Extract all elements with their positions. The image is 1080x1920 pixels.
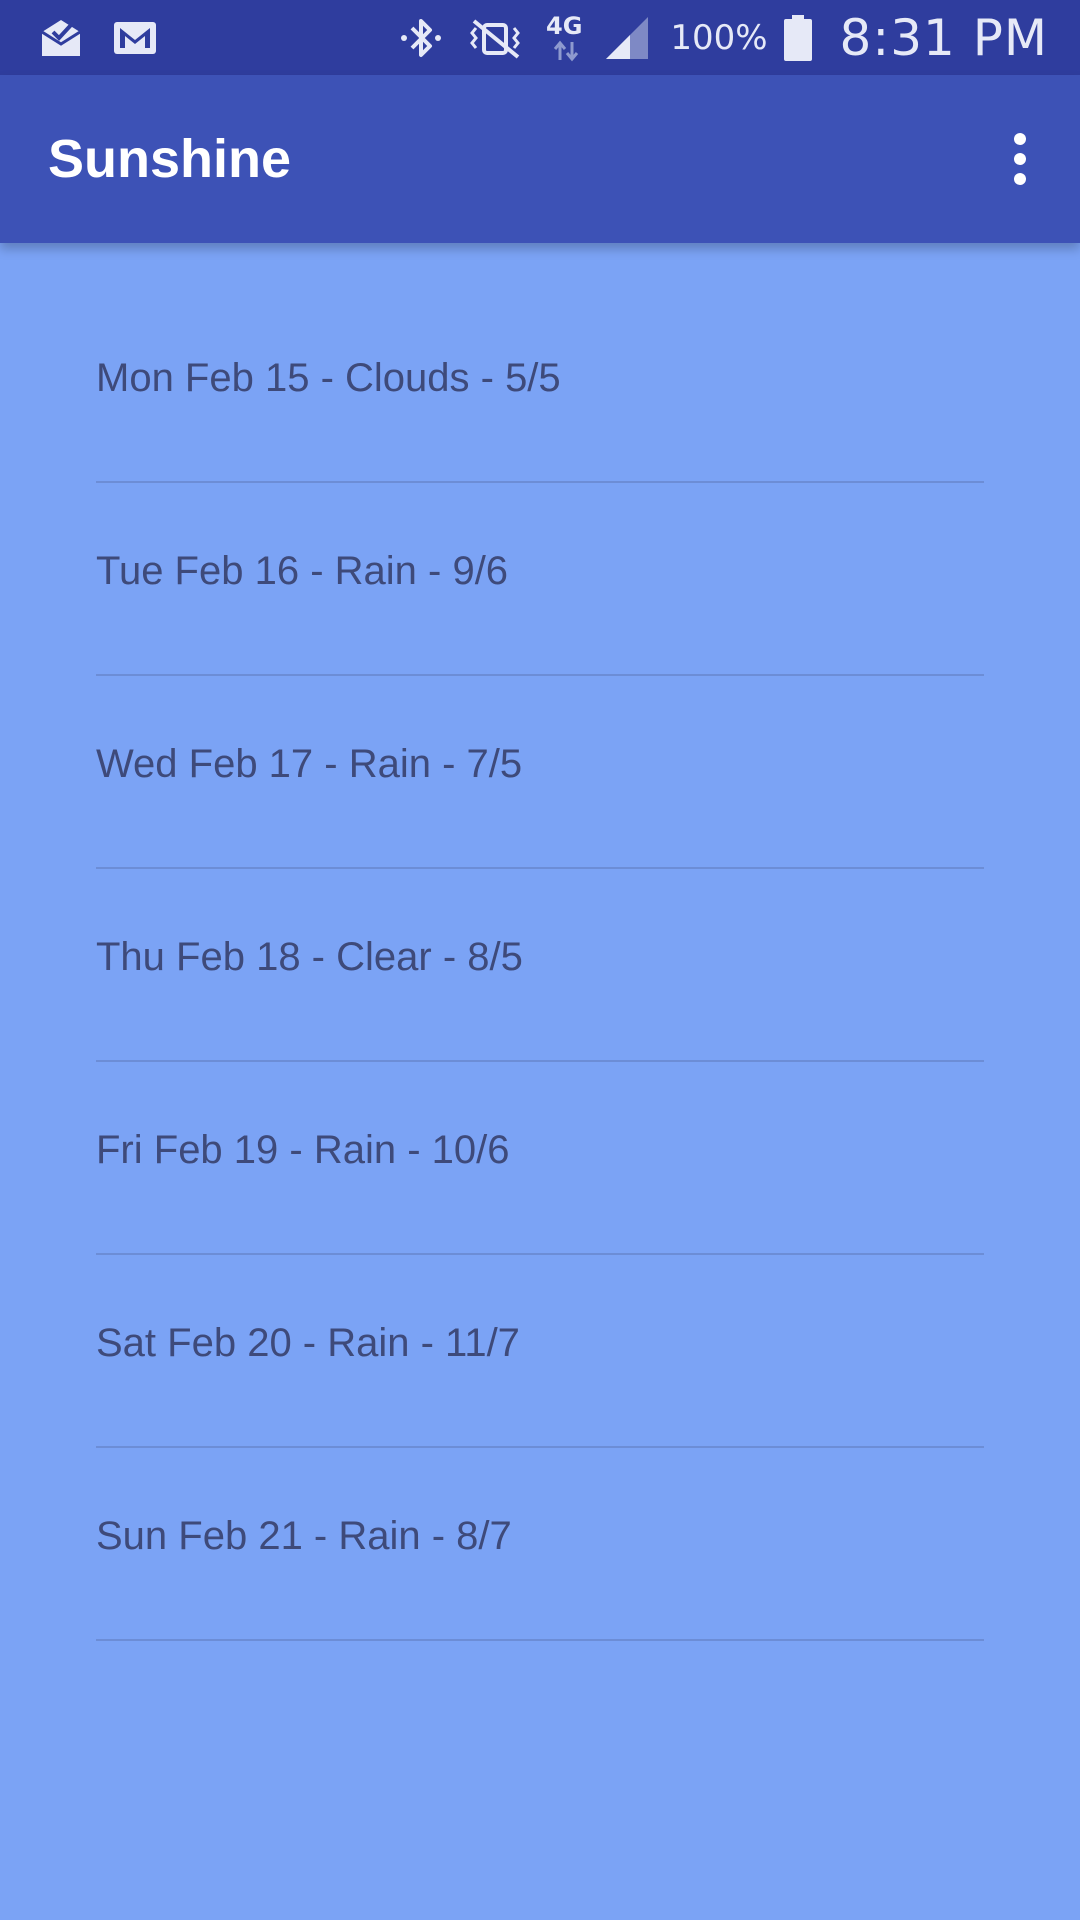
list-item[interactable]: Mon Feb 15 - Clouds - 5/5 [96,290,984,483]
battery-icon [782,13,814,63]
list-item[interactable]: Sat Feb 20 - Rain - 11/7 [96,1255,984,1448]
more-vert-icon-dot [1014,153,1026,165]
vibrate-mute-icon [460,13,530,63]
network-4g-label: 4G [546,12,582,40]
forecast-item-text: Tue Feb 16 - Rain - 9/6 [96,549,509,593]
list-item[interactable]: Sun Feb 21 - Rain - 8/7 [96,1448,984,1641]
forecast-item-text: Wed Feb 17 - Rain - 7/5 [96,742,523,786]
system-icons: 4G 100% 8:31 PM [396,0,1048,75]
notification-icons [38,14,158,60]
status-bar: 4G 100% 8:31 PM [0,0,1080,75]
mail-open-check-icon [38,14,84,60]
overflow-menu-button[interactable] [990,129,1050,189]
more-vert-icon-dot [1014,173,1026,185]
list-item[interactable]: Thu Feb 18 - Clear - 8/5 [96,869,984,1062]
forecast-item-text: Mon Feb 15 - Clouds - 5/5 [96,356,561,400]
forecast-item-text: Fri Feb 19 - Rain - 10/6 [96,1128,510,1172]
forecast-list: Mon Feb 15 - Clouds - 5/5 Tue Feb 16 - R… [96,290,984,1641]
app-title: Sunshine [48,129,292,189]
signal-strength-icon [602,13,652,63]
list-item[interactable]: Tue Feb 16 - Rain - 9/6 [96,483,984,676]
bluetooth-icon [396,13,446,63]
network-4g-icon: 4G [544,10,588,66]
more-vert-icon-dot [1014,133,1026,145]
list-item[interactable]: Fri Feb 19 - Rain - 10/6 [96,1062,984,1255]
forecast-item-text: Sun Feb 21 - Rain - 8/7 [96,1514,512,1558]
app-toolbar: Sunshine [0,75,1080,243]
forecast-item-text: Thu Feb 18 - Clear - 8/5 [96,935,523,979]
list-item[interactable]: Wed Feb 17 - Rain - 7/5 [96,676,984,869]
forecast-item-text: Sat Feb 20 - Rain - 11/7 [96,1321,520,1365]
battery-percent: 100% [670,17,768,58]
gmail-icon [112,14,158,60]
status-clock: 8:31 PM [839,8,1048,67]
